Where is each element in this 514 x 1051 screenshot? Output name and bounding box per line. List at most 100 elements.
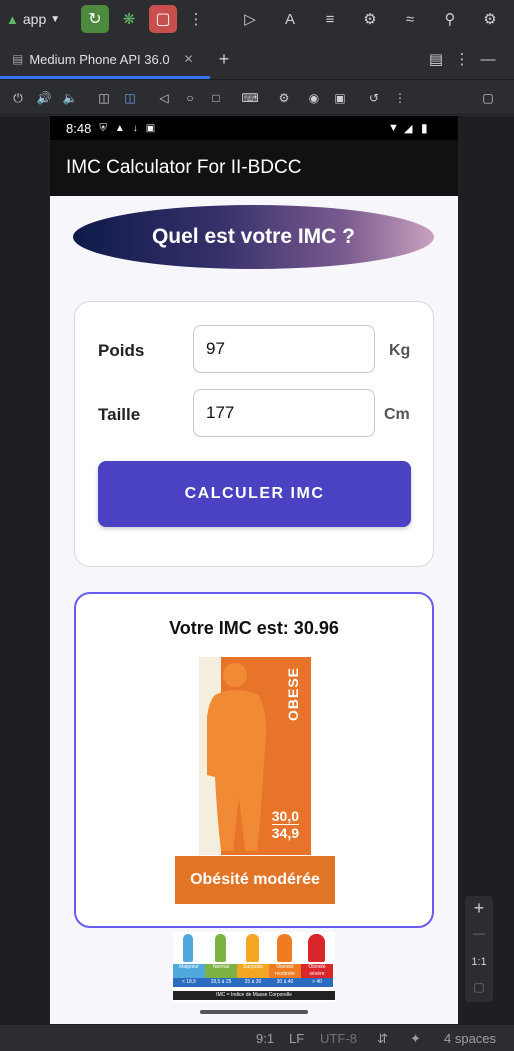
stop-button[interactable]: ▢ — [149, 5, 177, 33]
person-icon — [215, 934, 226, 962]
bmi-scale-image: Maigreur < 18,5 Normal 18,5 à 25 Surpoid… — [173, 932, 335, 1002]
rotate-right-icon[interactable]: ◫ — [122, 90, 138, 106]
height-label: Taille — [98, 405, 141, 424]
scale-range: 25 à 30 — [237, 978, 269, 987]
rotate-left-icon[interactable]: ◫ — [96, 90, 112, 106]
signal-icon: ◢ — [404, 122, 413, 135]
add-icon[interactable]: + — [214, 49, 234, 69]
hide-toolbar-icon[interactable]: ▢ — [480, 90, 496, 106]
home-icon[interactable]: ○ — [182, 90, 198, 106]
scale-range: 18,5 à 25 — [205, 978, 237, 987]
heading-banner: Quel est votre IMC ? — [73, 205, 434, 269]
keyboard-icon[interactable]: ⌨ — [241, 90, 258, 106]
scale-range: 30 à 40 — [269, 978, 301, 987]
app-title: IMC Calculator For II-BDCC — [66, 157, 302, 178]
settings-gear-icon[interactable]: ⚙ — [480, 9, 500, 29]
file-encoding[interactable]: UTF-8 — [320, 1031, 357, 1046]
notification-icon: ▣ — [145, 122, 156, 134]
scale-label: Surpoids — [237, 964, 269, 978]
height-value: 177 — [206, 403, 235, 422]
weight-input[interactable]: 97 — [193, 325, 375, 373]
figure-range: 30,0 34,9 — [271, 808, 299, 841]
device-manager-icon[interactable]: ≈ — [400, 9, 420, 29]
android-icon: ▲ — [6, 11, 19, 27]
height-input[interactable]: 177 — [193, 389, 375, 437]
zoom-controls: + — 1:1 ▢ — [465, 896, 493, 1002]
record-icon[interactable]: ▣ — [332, 90, 348, 106]
calculate-button-label: CALCULER IMC — [184, 485, 325, 502]
logcat-icon[interactable]: ≡ — [320, 9, 340, 29]
translate-icon[interactable]: A — [280, 9, 300, 29]
ide-status-bar: 9:1 LF UTF-8 ⇵ ✦ 4 spaces — [0, 1024, 514, 1051]
close-icon[interactable]: ✕ — [184, 52, 194, 66]
bug-report-icon[interactable]: ⚙ — [360, 9, 380, 29]
ide-main-toolbar: ▲ app ▼ ↻ ❋ ▢ ⋮ ▷ A ≡ ⚙ ≈ ⚲ ⚙ — [0, 0, 514, 38]
calculate-button[interactable]: CALCULER IMC — [98, 461, 411, 527]
zoom-in-button[interactable]: + — [465, 898, 493, 919]
scale-label: Normal — [205, 964, 237, 978]
volume-up-icon[interactable]: 🔊 — [36, 90, 52, 106]
zoom-out-button[interactable]: — — [465, 926, 493, 940]
ai-assist-icon[interactable]: ✦ — [410, 1031, 421, 1047]
download-icon: ↓ — [132, 122, 138, 134]
device-settings-icon[interactable]: ⚙ — [276, 90, 292, 106]
overview-icon[interactable]: □ — [208, 90, 224, 106]
result-card: Votre IMC est: 30.96 OBESE 30,0 34,9 Obé… — [74, 592, 434, 928]
input-card: Poids 97 Kg Taille 177 Cm CALCULER IMC — [74, 301, 434, 567]
more-vert-icon[interactable]: ⋮ — [392, 90, 408, 106]
bmi-category-text: Obésité modérée — [190, 871, 320, 888]
active-tab-indicator — [0, 76, 210, 79]
profiler-icon[interactable]: ▷ — [240, 9, 260, 29]
readonly-icon[interactable]: ⇵ — [377, 1031, 388, 1047]
security-icon: ▲ — [114, 122, 125, 134]
scale-label: Maigreur — [173, 964, 205, 978]
indent-setting[interactable]: 4 spaces — [444, 1031, 496, 1046]
weight-value: 97 — [206, 339, 225, 358]
back-icon[interactable]: ◁ — [156, 90, 172, 106]
bmi-category-badge: Obésité modérée — [175, 856, 335, 904]
power-icon[interactable]: ⏻ — [10, 90, 26, 106]
emulator-toolbar: ⏻ 🔊 🔈 ◫ ◫ ◁ ○ □ ⌨ ⚙ ◉ ▣ ↺ ⋮ ▢ — [0, 81, 514, 115]
camera-icon[interactable]: ◉ — [306, 90, 322, 106]
scale-label: Obésité modérée — [269, 964, 301, 978]
tab-medium-phone[interactable]: ▤ Medium Phone API 36.0 ✕ — [0, 38, 210, 80]
android-status-bar: 8:48 ⛨ ▲ ↓ ▣ ▼ ◢ ▮ — [50, 116, 458, 140]
clock: 8:48 — [66, 120, 92, 136]
gesture-nav-handle[interactable] — [200, 1010, 308, 1014]
person-icon — [246, 934, 259, 962]
debug-icon[interactable]: ❋ — [119, 9, 139, 29]
device-icon: ▤ — [12, 52, 24, 66]
reset-icon[interactable]: ↺ — [366, 90, 382, 106]
weight-label: Poids — [98, 341, 145, 360]
zoom-actual-size-button[interactable]: 1:1 — [465, 956, 493, 968]
height-unit: Cm — [384, 406, 410, 423]
more-vert-icon[interactable]: ⋮ — [452, 49, 472, 69]
shield-icon: ⛨ — [99, 122, 107, 134]
fit-screen-icon[interactable]: ▢ — [465, 980, 493, 994]
chevron-down-icon: ▼ — [50, 13, 61, 25]
run-config-selector[interactable]: ▲ app ▼ — [6, 11, 60, 27]
battery-icon: ▮ — [421, 121, 428, 135]
running-devices-tabbar: ▤ Medium Phone API 36.0 ✕ + ▤ ⋮ — — [0, 38, 514, 80]
more-vert-icon[interactable]: ⋮ — [186, 9, 206, 29]
main-content: Quel est votre IMC ? Poids 97 Kg Taille … — [50, 196, 458, 1024]
person-icon — [277, 934, 292, 962]
line-separator[interactable]: LF — [289, 1031, 304, 1046]
cursor-position[interactable]: 9:1 — [256, 1031, 274, 1046]
minimize-icon[interactable]: — — [478, 49, 498, 69]
figure-range-top: 30,0 — [271, 808, 299, 825]
weight-unit: Kg — [389, 342, 411, 359]
scale-label: Obésité sévère — [301, 964, 333, 978]
scale-range: < 18,5 — [173, 978, 205, 987]
scale-range: > 40 — [301, 978, 333, 987]
apply-changes-button[interactable]: ↻ — [81, 5, 109, 33]
window-layout-icon[interactable]: ▤ — [426, 49, 446, 69]
figure-category-label: OBESE — [285, 667, 301, 722]
app-bar: IMC Calculator For II-BDCC — [50, 140, 458, 196]
search-icon[interactable]: ⚲ — [440, 9, 460, 29]
person-icon — [183, 934, 193, 962]
run-config-label: app — [22, 11, 47, 27]
bmi-result-text: Votre IMC est: 30.96 — [169, 618, 339, 638]
phone-screen: 8:48 ⛨ ▲ ↓ ▣ ▼ ◢ ▮ IMC Calculator For II… — [50, 116, 458, 1024]
volume-down-icon[interactable]: 🔈 — [62, 90, 78, 106]
